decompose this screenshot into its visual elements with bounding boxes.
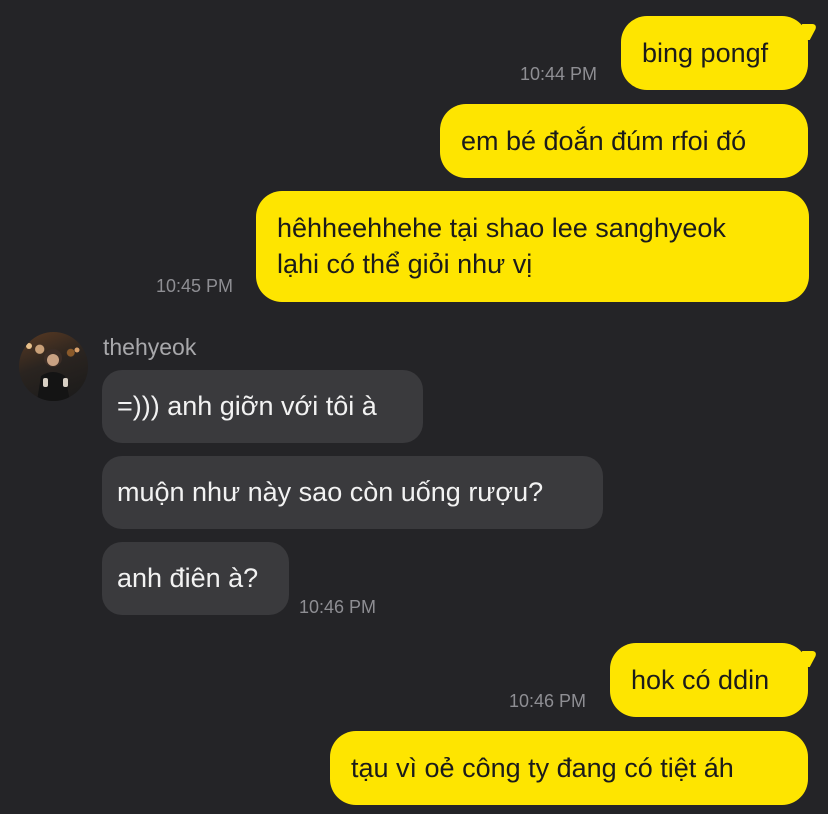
message-bubble-outgoing[interactable]: hêhheehhehe tại shao lee sanghyeok lạhi … bbox=[256, 191, 809, 302]
message-text: tạu vì oẻ công ty đang có tiệt áh bbox=[351, 753, 734, 783]
message-text: bing pongf bbox=[642, 38, 769, 68]
message-text-line-2: lạhi có thể giỏi như vị bbox=[277, 249, 533, 279]
message-text: =))) anh giỡn với tôi à bbox=[117, 391, 377, 421]
message-bubble-incoming[interactable]: anh điên à? bbox=[102, 542, 289, 615]
avatar-photo-icon bbox=[26, 338, 83, 401]
contact-avatar[interactable] bbox=[19, 332, 88, 401]
message-text: em bé đoắn đúm rfoi đó bbox=[461, 126, 747, 156]
sender-name: thehyeok bbox=[103, 334, 197, 360]
message-bubble-outgoing[interactable]: tạu vì oẻ công ty đang có tiệt áh bbox=[330, 731, 808, 805]
message-timestamp: 10:46 PM bbox=[299, 597, 377, 617]
message-bubble-incoming[interactable]: =))) anh giỡn với tôi à bbox=[102, 370, 423, 443]
message-bubble-outgoing[interactable]: bing pongf bbox=[621, 16, 808, 90]
message-bubble-incoming[interactable]: muộn như này sao còn uống rượu? bbox=[102, 456, 603, 529]
message-text: muộn như này sao còn uống rượu? bbox=[117, 477, 544, 507]
message-timestamp: 10:44 PM bbox=[520, 64, 598, 84]
message-timestamp: 10:46 PM bbox=[509, 691, 587, 711]
message-text: anh điên à? bbox=[117, 563, 259, 593]
message-bubble-outgoing[interactable]: hok có ddin bbox=[610, 643, 808, 717]
message-bubble-outgoing[interactable]: em bé đoắn đúm rfoi đó bbox=[440, 104, 808, 178]
message-text: hok có ddin bbox=[631, 665, 770, 695]
message-text-line-1: hêhheehhehe tại shao lee sanghyeok bbox=[277, 213, 726, 243]
message-timestamp: 10:45 PM bbox=[156, 276, 234, 296]
